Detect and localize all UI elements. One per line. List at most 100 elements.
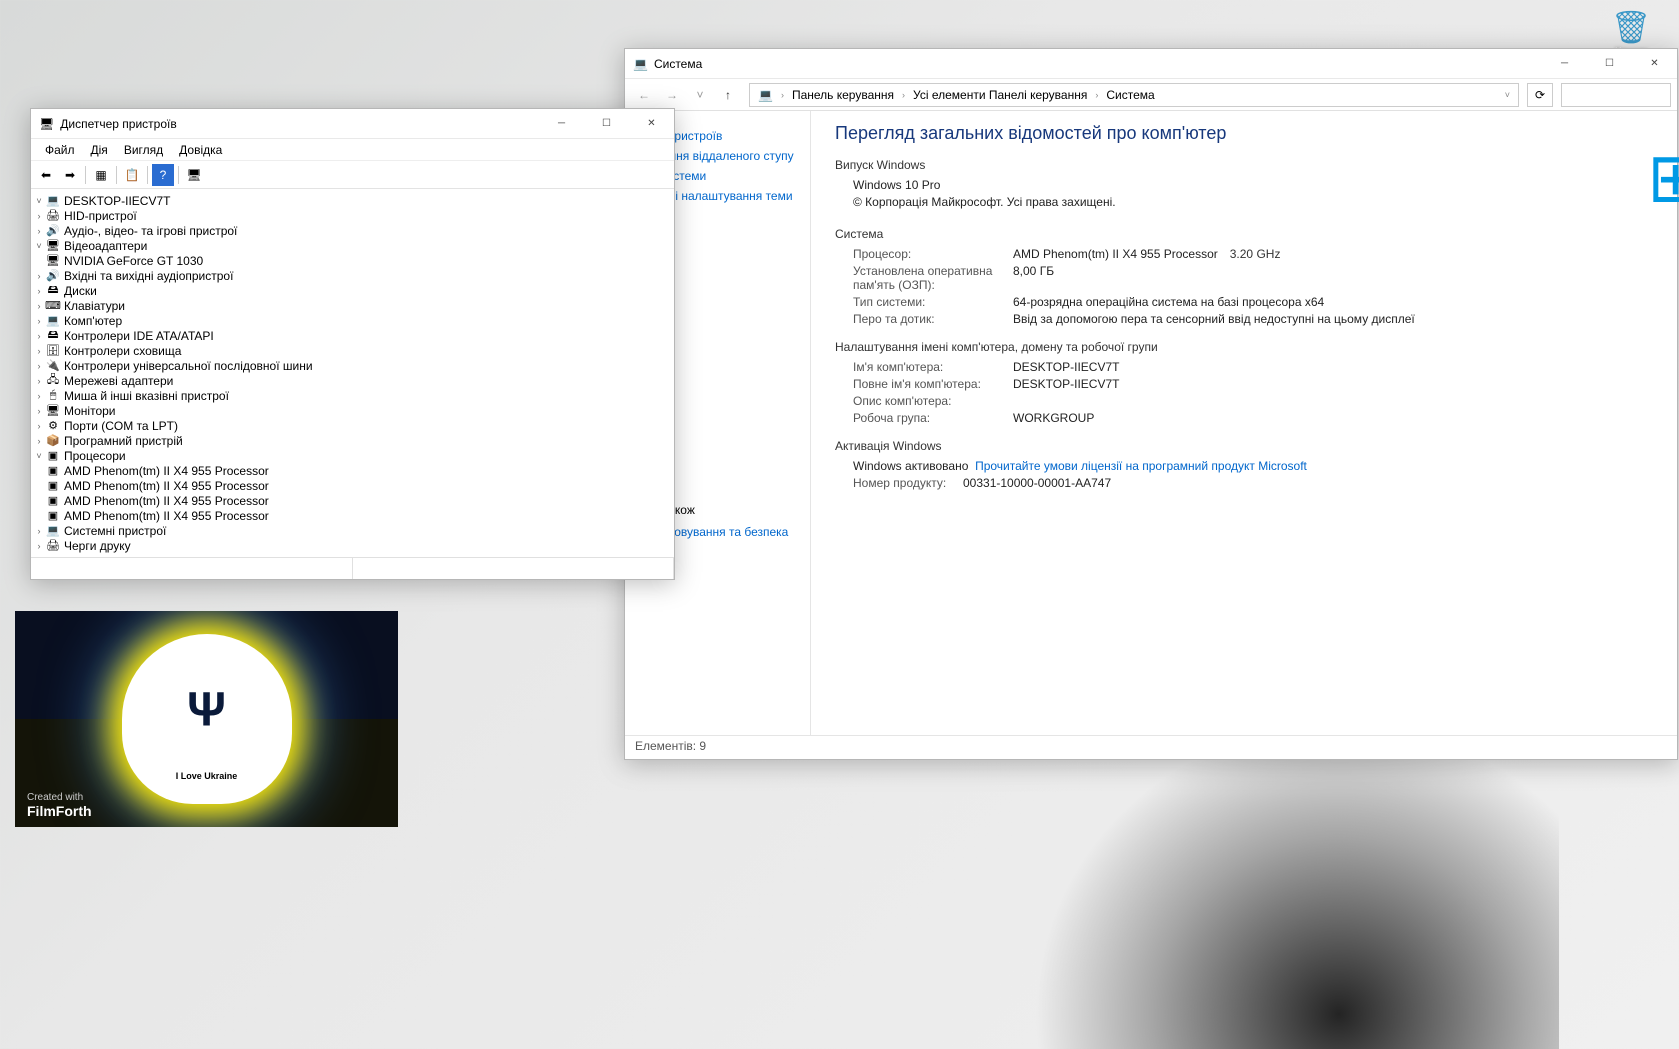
tree-category[interactable]: ›💻Комп'ютер: [33, 313, 672, 328]
maximize-button[interactable]: ☐: [584, 109, 629, 139]
device-icon: ▣: [45, 479, 61, 492]
device-icon: ▣: [45, 509, 61, 522]
tree-device[interactable]: 🖥NVIDIA GeForce GT 1030: [33, 253, 672, 268]
tree-twisty[interactable]: ›: [33, 436, 45, 446]
tree-twisty[interactable]: ›: [33, 391, 45, 401]
tree-category[interactable]: ›🔊Аудіо-, відео- та ігрові пристрої: [33, 223, 672, 238]
windows-edition: Windows 10 Pro: [853, 178, 940, 192]
desktop-media-card[interactable]: Ψ I Love Ukraine Created with FilmForth: [15, 611, 398, 827]
breadcrumb-2[interactable]: Система: [1102, 88, 1158, 102]
processor-key: Процесор:: [853, 247, 1013, 261]
devmgr-titlebar[interactable]: 🖥 Диспетчер пристроїв ─ ☐ ✕: [31, 109, 674, 139]
toolbar-forward-button[interactable]: ➡: [59, 164, 81, 186]
device-label: Системні пристрої: [64, 524, 166, 538]
tree-twisty[interactable]: ›: [33, 331, 45, 341]
chevron-right-icon[interactable]: ›: [898, 90, 909, 100]
tree-category[interactable]: ›💻Системні пристрої: [33, 523, 672, 538]
tree-twisty[interactable]: ›: [33, 211, 45, 221]
tree-category[interactable]: ˅▣Процесори: [33, 448, 672, 463]
tree-device[interactable]: ▣AMD Phenom(tm) II X4 955 Processor: [33, 478, 672, 493]
system-titlebar[interactable]: 💻 Система ─ ☐ ✕: [625, 49, 1677, 79]
maximize-button[interactable]: ☐: [1587, 49, 1632, 79]
tree-category[interactable]: ˅🖥Відеоадаптери: [33, 238, 672, 253]
device-icon: ▣: [45, 464, 61, 477]
toolbar-show-hide-button[interactable]: ▦: [90, 164, 112, 186]
tree-twisty[interactable]: ˅: [33, 241, 45, 251]
tree-device[interactable]: ▣AMD Phenom(tm) II X4 955 Processor: [33, 493, 672, 508]
breadcrumb-icon: 💻: [754, 88, 777, 102]
tree-twisty[interactable]: ›: [33, 301, 45, 311]
chevron-down-icon[interactable]: ˅: [1501, 90, 1514, 100]
device-manager-window: 🖥 Диспетчер пристроїв ─ ☐ ✕ Файл Дія Виг…: [30, 108, 675, 580]
chevron-right-icon[interactable]: ›: [777, 90, 788, 100]
nav-forward-button[interactable]: →: [659, 88, 685, 102]
device-icon: 🔊: [45, 224, 61, 237]
tree-category[interactable]: ›🔊Вхідні та вихідні аудіопристрої: [33, 268, 672, 283]
tree-twisty[interactable]: ›: [33, 286, 45, 296]
tree-twisty[interactable]: ›: [33, 226, 45, 236]
close-button[interactable]: ✕: [1632, 49, 1677, 79]
tree-category[interactable]: ›🔌Контролери універсальної послідовної ш…: [33, 358, 672, 373]
toolbar-scan-button[interactable]: 🖥: [183, 164, 205, 186]
tree-category[interactable]: ›🖴Контролери IDE ATA/ATAPI: [33, 328, 672, 343]
tree-twisty[interactable]: ›: [33, 271, 45, 281]
product-id-value: 00331-10000-00001-AA747: [963, 476, 1111, 490]
tree-twisty[interactable]: ›: [33, 526, 45, 536]
tree-category[interactable]: ›🖧Мережеві адаптери: [33, 373, 672, 388]
toolbar-help-button[interactable]: ?: [152, 164, 174, 186]
minimize-button[interactable]: ─: [539, 109, 584, 139]
menu-view[interactable]: Вигляд: [116, 141, 171, 159]
device-icon: 🖨: [45, 539, 61, 552]
search-input[interactable]: [1561, 83, 1671, 107]
toolbar-properties-button[interactable]: 📋: [121, 164, 143, 186]
device-icon: ⌨: [45, 299, 61, 312]
product-id-key: Номер продукту:: [853, 476, 963, 490]
breadcrumb-0[interactable]: Панель керування: [788, 88, 898, 102]
tree-category[interactable]: ›🖥Монітори: [33, 403, 672, 418]
computername-heading: Налаштування імені комп'ютера, домену та…: [835, 340, 1653, 354]
breadcrumb[interactable]: 💻 › Панель керування › Усі елементи Пане…: [749, 83, 1519, 107]
tree-twisty[interactable]: ›: [33, 406, 45, 416]
tree-device[interactable]: ▣AMD Phenom(tm) II X4 955 Processor: [33, 463, 672, 478]
minimize-button[interactable]: ─: [1542, 49, 1587, 79]
nav-up-button[interactable]: ↑: [715, 88, 741, 102]
menu-action[interactable]: Дія: [83, 141, 116, 159]
device-label: AMD Phenom(tm) II X4 955 Processor: [64, 494, 269, 508]
tree-category[interactable]: ›🖨Черги друку: [33, 538, 672, 553]
page-title: Перегляд загальних відомостей про комп'ю…: [835, 123, 1653, 144]
tree-category[interactable]: ›🖴Диски: [33, 283, 672, 298]
menu-help[interactable]: Довідка: [171, 141, 230, 159]
refresh-button[interactable]: ⟳: [1527, 83, 1553, 107]
tree-category[interactable]: ›🗄Контролери сховища: [33, 343, 672, 358]
device-icon: ⚙: [45, 419, 61, 432]
tree-category[interactable]: ›⌨Клавіатури: [33, 298, 672, 313]
tree-twisty[interactable]: ›: [33, 541, 45, 551]
tree-twisty[interactable]: ˅: [33, 451, 45, 461]
tree-twisty[interactable]: ›: [33, 421, 45, 431]
tree-category[interactable]: ›🖨HID-пристрої: [33, 208, 672, 223]
breadcrumb-1[interactable]: Усі елементи Панелі керування: [909, 88, 1091, 102]
tree-twisty[interactable]: ˅: [33, 196, 45, 206]
device-tree[interactable]: ˅💻DESKTOP-IIECV7T›🖨HID-пристрої›🔊Аудіо-,…: [31, 189, 674, 557]
license-link[interactable]: Прочитайте умови ліцензії на програмний …: [975, 459, 1307, 473]
device-icon: ▣: [45, 449, 61, 462]
menu-file[interactable]: Файл: [37, 141, 83, 159]
device-label: Черги друку: [64, 539, 131, 553]
device-icon: 🖥: [45, 254, 61, 267]
close-button[interactable]: ✕: [629, 109, 674, 139]
tree-twisty[interactable]: ›: [33, 346, 45, 356]
devmgr-footer: [31, 557, 674, 579]
chevron-right-icon[interactable]: ›: [1091, 90, 1102, 100]
tree-twisty[interactable]: ›: [33, 376, 45, 386]
tree-twisty[interactable]: ›: [33, 361, 45, 371]
nav-back-button[interactable]: ←: [631, 88, 657, 102]
tree-root[interactable]: ˅💻DESKTOP-IIECV7T: [33, 193, 672, 208]
tree-device[interactable]: ▣AMD Phenom(tm) II X4 955 Processor: [33, 508, 672, 523]
tree-twisty[interactable]: ›: [33, 316, 45, 326]
tree-category[interactable]: ›⚙Порти (COM та LPT): [33, 418, 672, 433]
nav-recent-button[interactable]: ˅: [687, 88, 713, 102]
tree-category[interactable]: ›🖱Миша й інші вказівні пристрої: [33, 388, 672, 403]
toolbar-back-button[interactable]: ⬅: [35, 164, 57, 186]
device-label: AMD Phenom(tm) II X4 955 Processor: [64, 479, 269, 493]
tree-category[interactable]: ›📦Програмний пристрій: [33, 433, 672, 448]
